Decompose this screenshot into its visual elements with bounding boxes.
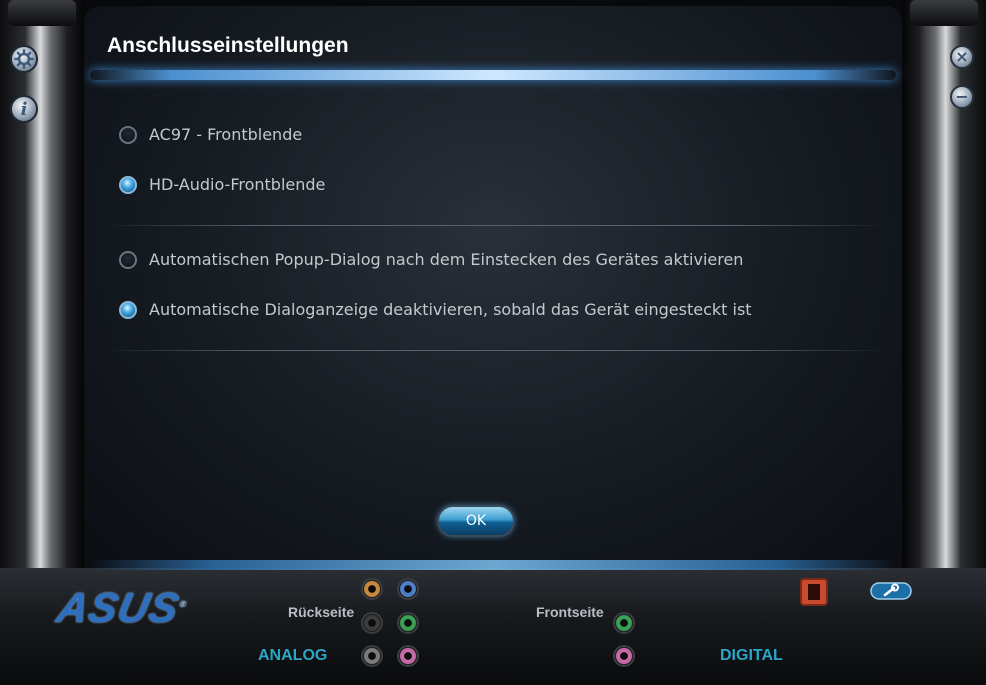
rear-jack-black[interactable] (361, 612, 383, 634)
option-disable-auto-dialog[interactable]: Automatische Dialoganzeige deaktivieren,… (119, 300, 752, 319)
title-underline-glow (90, 70, 896, 80)
option-enable-auto-popup[interactable]: Automatischen Popup-Dialog nach dem Eins… (119, 250, 743, 269)
left-frame-top-cap (8, 0, 76, 26)
radio-disable-dialog[interactable] (119, 300, 137, 319)
rear-jack-gray[interactable] (361, 645, 383, 667)
option-ac97-front-panel[interactable]: AC97 - Frontblende (119, 125, 302, 144)
radio-ac97[interactable] (119, 125, 137, 144)
digital-label: DIGITAL (720, 647, 783, 664)
close-button[interactable]: × (950, 45, 974, 69)
radio-enable-popup[interactable] (119, 250, 137, 269)
front-label: Frontseite (536, 604, 604, 620)
ok-button[interactable]: OK (437, 505, 515, 537)
option-label: Automatischen Popup-Dialog nach dem Eins… (149, 250, 744, 269)
info-button[interactable]: i (10, 95, 38, 123)
rear-jack-green[interactable] (397, 612, 419, 634)
divider (100, 350, 890, 351)
page-title: Anschlusseinstellungen (107, 34, 349, 57)
minimize-icon: − (955, 87, 969, 106)
asus-logo: ASUS® (53, 584, 189, 631)
option-hd-audio-front-panel[interactable]: HD-Audio-Frontblende (119, 175, 325, 194)
info-icon: i (20, 98, 28, 120)
settings-panel (84, 6, 902, 568)
tool-settings-button[interactable] (870, 580, 912, 602)
spdif-output-icon[interactable] (800, 578, 828, 606)
radio-hd-audio[interactable] (119, 175, 137, 194)
audio-settings-window: Anschlusseinstellungen i × − AC97 - Fron… (0, 0, 986, 685)
footer-glow (90, 560, 896, 570)
wrench-icon (870, 582, 912, 600)
gear-icon (14, 49, 34, 69)
rear-jack-orange[interactable] (361, 578, 383, 600)
option-label: Automatische Dialoganzeige deaktivieren,… (149, 300, 752, 319)
rear-jack-blue[interactable] (397, 578, 419, 600)
minimize-button[interactable]: − (950, 85, 974, 109)
front-jack-pink[interactable] (613, 645, 635, 667)
right-frame-top-cap (910, 0, 978, 26)
rear-label: Rückseite (288, 604, 355, 620)
option-label: AC97 - Frontblende (149, 125, 303, 144)
rear-jack-pink[interactable] (397, 645, 419, 667)
divider (100, 225, 890, 226)
settings-button[interactable] (10, 45, 38, 73)
analog-label: ANALOG (258, 647, 328, 664)
option-label: HD-Audio-Frontblende (149, 175, 326, 194)
front-jack-green[interactable] (613, 612, 635, 634)
close-icon: × (955, 47, 969, 66)
